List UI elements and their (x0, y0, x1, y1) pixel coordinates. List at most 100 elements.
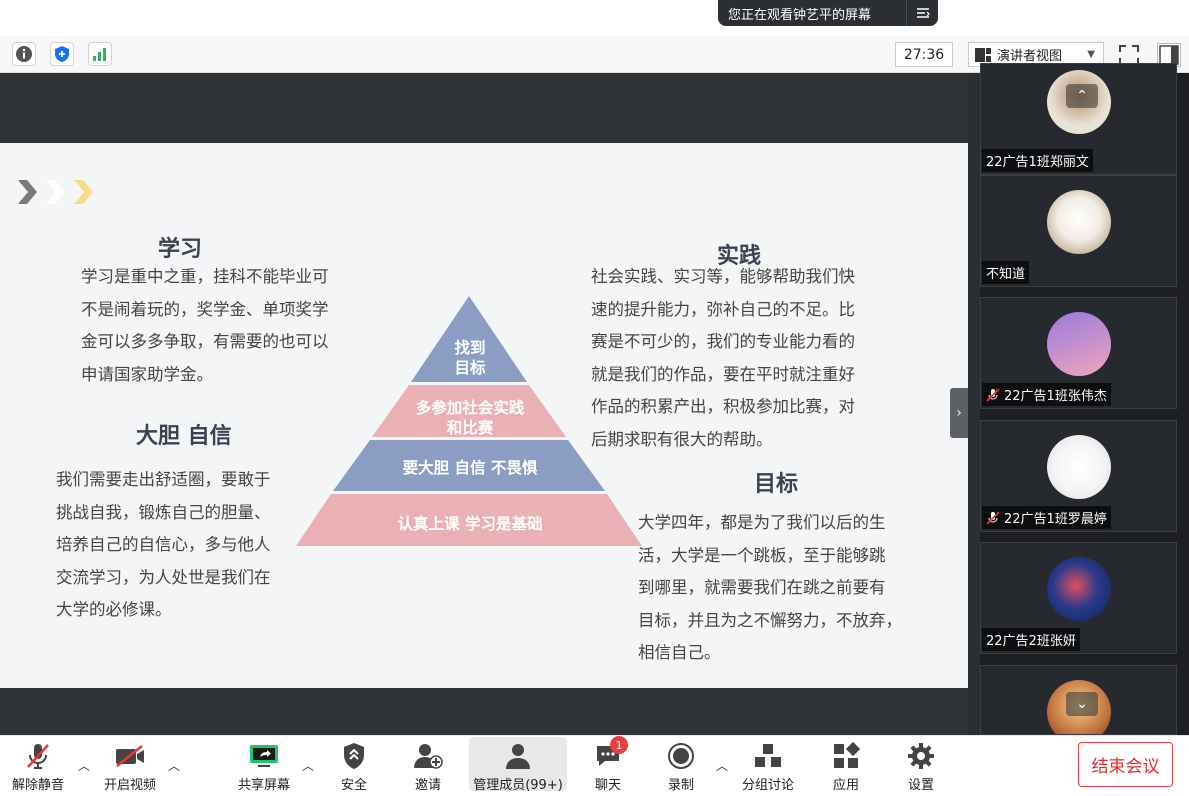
shared-screen: 学习 学习是重中之重，挂科不能毕业可 不是闹着玩的，奖学金、单项奖学 金可以多多… (0, 73, 968, 735)
signal-icon[interactable] (88, 42, 112, 66)
start-video-button[interactable]: 开启视频 (104, 739, 156, 793)
mic-muted-icon (986, 510, 1000, 525)
avatar (1047, 190, 1111, 254)
text-line: 目标，并且为之不懈努力，不放弃， (638, 610, 902, 630)
security-button[interactable]: 安全 (338, 739, 370, 793)
record-options-caret[interactable]: ︿ (716, 757, 728, 774)
avatar (1047, 435, 1111, 499)
section-text-goal: 大学四年，都是为了我们以后的生 活，大学是一个跳板，至于能够跳 到哪里，就需要我… (638, 507, 938, 670)
settings-button[interactable]: 设置 (905, 739, 937, 793)
text-line: 活，大学是一个跳板，至于能够跳 (638, 545, 886, 565)
members-icon (506, 743, 530, 769)
section-heading-goal: 目标 (754, 471, 799, 497)
add-user-icon (414, 743, 443, 769)
shield-icon[interactable] (50, 42, 74, 66)
pyramid-label-line: 和比赛 (446, 418, 494, 437)
expand-panel-handle[interactable]: › (950, 388, 968, 438)
chevron-down-icon: ▼ (1087, 49, 1095, 60)
record-icon (668, 742, 694, 769)
manage-members-button[interactable]: 管理成员(99+) (472, 739, 564, 793)
share-screen-icon (250, 744, 278, 767)
viewing-banner: 您正在观看钟艺平的屏幕 (718, 0, 938, 26)
unmute-button[interactable]: 解除静音 (12, 739, 64, 793)
text-line: 挑战自我，锻炼自己的胆量、 (56, 502, 271, 522)
participant-name-text: 22广告1班罗晨婷 (1004, 512, 1107, 527)
audio-options-caret[interactable]: ︿ (78, 757, 90, 774)
pyramid-label-1: 找到 目标 (430, 338, 510, 378)
chat-label: 聊天 (594, 778, 621, 793)
breakout-label: 分组讨论 (742, 778, 795, 793)
section-text-confidence: 我们需要走出舒适圈，要敢于 挑战自我，锻炼自己的胆量、 培养自己的自信心，多与他… (56, 464, 316, 627)
text-line: 我们需要走出舒适圈，要敢于 (56, 470, 271, 489)
participant-name: 22广告1班郑丽文 (982, 149, 1093, 172)
chat-unread-badge: 1 (610, 736, 628, 754)
meeting-timer: 27:36 (895, 42, 953, 67)
share-screen-button[interactable]: 共享屏幕 (238, 739, 290, 793)
participant-tile[interactable]: 22广告2班张妍 (980, 542, 1177, 654)
text-line: 交流学习，为人处世是我们在 (56, 567, 271, 587)
record-button[interactable]: 录制 (665, 739, 697, 793)
settings-label: 设置 (907, 778, 934, 793)
participant-tile[interactable]: 22广告1班郑丽文 (980, 63, 1177, 175)
text-line: 大学四年，都是为了我们以后的生 (638, 513, 886, 532)
apps-icon (834, 741, 860, 768)
avatar (1047, 557, 1111, 621)
text-line: 到哪里，就需要我们在跳之前要有 (638, 578, 886, 597)
scroll-down-icon[interactable]: ⌄ (1066, 692, 1098, 716)
participant-tile[interactable]: 22广告1班张伟杰 (980, 297, 1177, 409)
unmute-label: 解除静音 (12, 778, 65, 793)
invite-button[interactable]: 邀请 (412, 739, 444, 793)
presentation-slide: 学习 学习是重中之重，挂科不能毕业可 不是闹着玩的，奖学金、单项奖学 金可以多多… (0, 143, 968, 688)
video-options-caret[interactable]: ︿ (168, 757, 180, 774)
view-mode-label: 演讲者视图 (997, 49, 1063, 64)
share-label: 共享屏幕 (238, 778, 291, 793)
info-icon[interactable] (12, 42, 36, 66)
pyramid-label-line: 找到 (454, 338, 486, 357)
pyramid-label-line: 目标 (454, 358, 486, 377)
text-line: 大学的必修课。 (56, 600, 172, 619)
pyramid-label-4: 认真上课 学习是基础 (345, 514, 595, 534)
text-line: 培养自己的自信心，多与他人 (56, 535, 271, 554)
video-label: 开启视频 (104, 778, 157, 793)
participant-name: 22广告2班张妍 (982, 628, 1080, 651)
video-off-icon (116, 744, 144, 767)
viewing-banner-text: 您正在观看钟艺平的屏幕 (728, 7, 872, 23)
text-line: 学习是重中之重，挂科不能毕业可 (81, 267, 329, 286)
share-options-caret[interactable]: ︿ (302, 757, 314, 774)
apps-button[interactable]: 应用 (830, 739, 862, 793)
participant-name: 22广告1班罗晨婷 (982, 506, 1111, 529)
text-line: 社会实践、实习等，能够帮助我们快 (591, 267, 855, 286)
avatar (1047, 312, 1111, 376)
end-meeting-button[interactable]: 结束会议 (1078, 742, 1173, 787)
pyramid-label-line: 要大胆 自信 不畏惧 (402, 458, 538, 477)
participant-name: 不知道 (982, 261, 1030, 284)
speaker-view-icon (975, 47, 991, 62)
record-label: 录制 (667, 778, 694, 793)
participant-tile[interactable]: 不知道 (980, 175, 1177, 287)
apps-label: 应用 (832, 778, 859, 793)
participant-name-text: 22广告1班张伟杰 (1004, 389, 1107, 404)
banner-menu-icon[interactable] (906, 0, 938, 26)
mic-muted-icon (27, 743, 49, 769)
meeting-window: 您正在观看钟艺平的屏幕 27:36 演讲者视图 ▼ 学习 学习是重中之重，挂科不… (0, 0, 1189, 796)
panel-divider[interactable] (968, 73, 980, 735)
shield-icon (344, 742, 364, 769)
participant-name: 22广告1班张伟杰 (982, 383, 1111, 406)
invite-label: 邀请 (414, 778, 441, 793)
section-heading-confidence: 大胆 自信 (136, 423, 232, 449)
breakout-icon (755, 743, 781, 767)
breakout-rooms-button[interactable]: 分组讨论 (742, 739, 794, 793)
chevron-white-icon (46, 180, 65, 204)
pyramid-label-3: 要大胆 自信 不畏惧 (360, 458, 580, 478)
pyramid-label-line: 认真上课 学习是基础 (397, 514, 543, 533)
pyramid-label-2: 多参加社会实践 和比赛 (380, 398, 560, 438)
pyramid-label-line: 多参加社会实践 (415, 398, 525, 417)
scroll-up-icon[interactable]: ⌃ (1066, 84, 1098, 108)
chevron-yellow-icon (74, 180, 93, 204)
security-label: 安全 (340, 778, 367, 793)
participant-tile[interactable]: 22广告1班罗晨婷 (980, 420, 1177, 532)
mic-muted-icon (986, 387, 1000, 402)
participant-name-text: 22广告2班张妍 (986, 634, 1076, 649)
members-label: 管理成员(99+) (473, 778, 563, 793)
gear-icon (908, 742, 934, 769)
